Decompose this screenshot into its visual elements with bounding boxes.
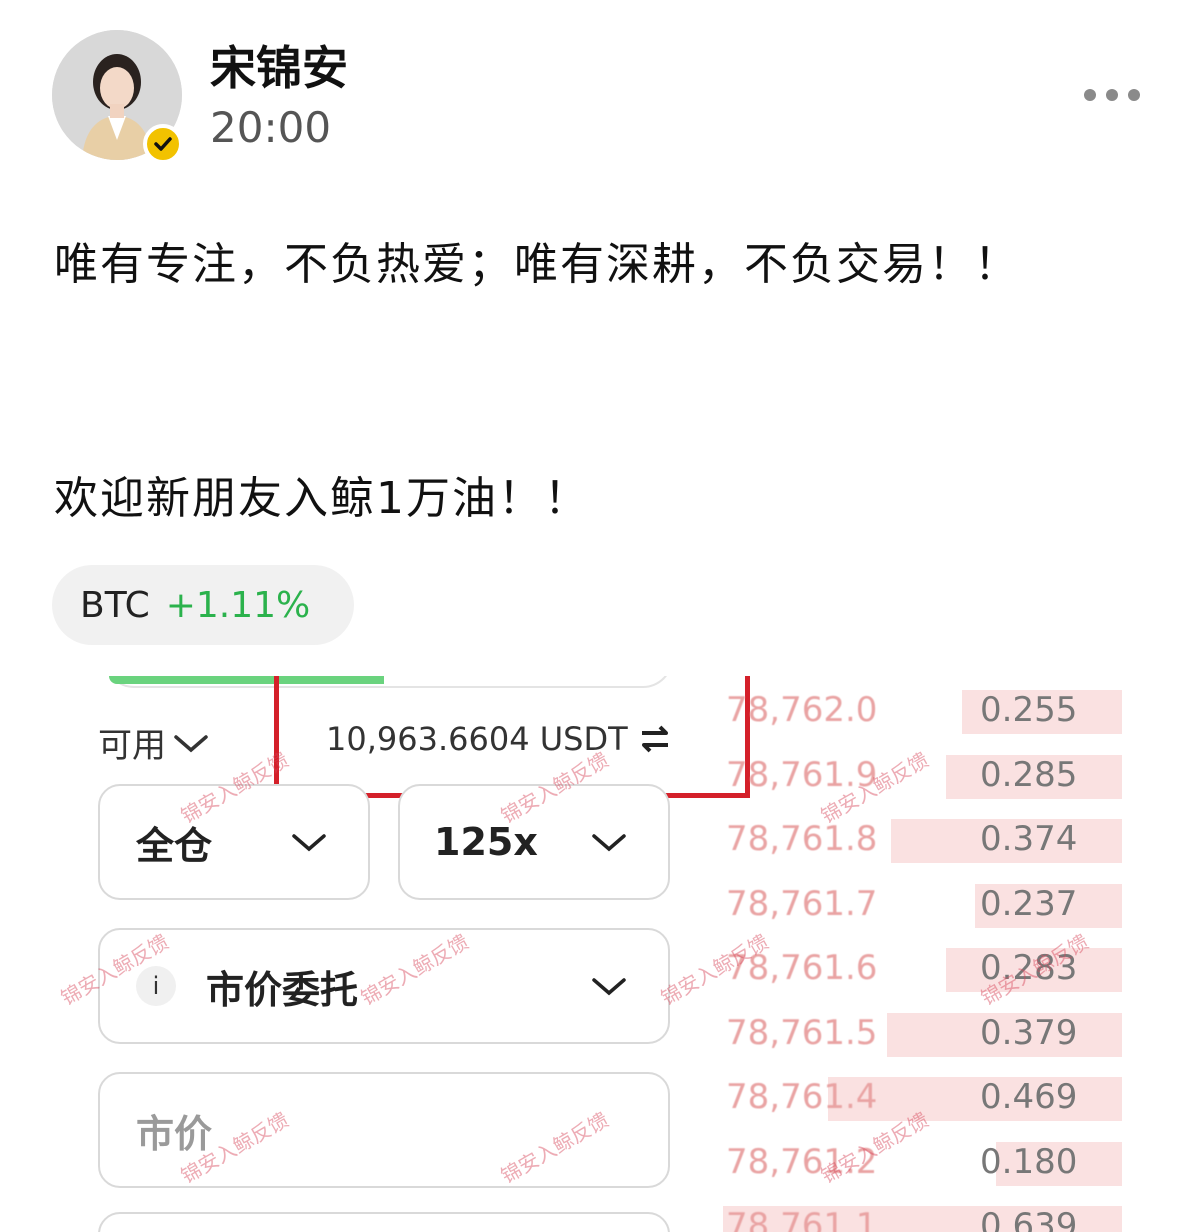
chevron-down-icon (592, 978, 626, 996)
orderbook-qty: 0.237 (980, 883, 1078, 924)
order-type-value: 市价委托 (206, 967, 359, 1012)
chevron-down-icon (174, 734, 208, 752)
orderbook-row[interactable]: 78,761.5 0.379 (702, 1003, 1142, 1067)
orderbook-price: 78,761.1 (726, 1206, 878, 1232)
orderbook-qty: 0.285 (980, 754, 1078, 795)
post-time: 20:00 (210, 103, 332, 152)
ticker-change: +1.11% (165, 584, 311, 626)
orderbook-price: 78,762.0 (726, 690, 878, 730)
author-name[interactable]: 宋锦安 (210, 32, 348, 98)
margin-mode-value: 全仓 (136, 823, 213, 868)
available-label: 可用 (98, 718, 210, 767)
highlight-box (274, 676, 750, 798)
orderbook-qty: 0.180 (980, 1141, 1078, 1182)
ticker-chip[interactable]: BTC +1.11% (52, 565, 354, 645)
chevron-down-icon (592, 834, 626, 852)
orderbook-qty: 0.639 (980, 1206, 1078, 1232)
orderbook-price: 78,761.7 (726, 883, 878, 924)
quantity-input[interactable] (98, 1212, 670, 1232)
orderbook-price: 78,761.4 (726, 1077, 878, 1117)
orderbook-qty: 0.379 (980, 1012, 1078, 1053)
orderbook-price: 78,761.8 (726, 819, 878, 859)
trade-screenshot: 可用 10,963.6604 USDT 全仓 125x i 市价委托 市价 78… (54, 676, 1154, 1232)
more-options-icon[interactable] (1084, 80, 1148, 110)
orderbook-row[interactable]: 78,761.2 0.180 (702, 1132, 1142, 1196)
verified-badge-icon (143, 124, 183, 164)
ticker-symbol: BTC (80, 584, 150, 626)
post-text-line-1: 唯有专注，不负热爱；唯有深耕，不负交易！！ (54, 239, 1020, 290)
leverage-value: 125x (434, 820, 538, 864)
orderbook-row[interactable]: 78,761.1 0.639 (702, 1196, 1142, 1232)
post-text-line-2: 欢迎新朋友入鲸1万油！！ (54, 473, 590, 524)
info-icon[interactable]: i (136, 966, 176, 1006)
orderbook-row[interactable]: 78,762.0 0.255 (702, 680, 1142, 744)
orderbook-qty: 0.255 (980, 690, 1078, 730)
orderbook-price: 78,761.5 (726, 1012, 878, 1053)
orderbook-qty: 0.374 (980, 819, 1078, 859)
chevron-down-icon (292, 834, 326, 852)
orderbook-qty: 0.469 (980, 1077, 1078, 1117)
orderbook-row[interactable]: 78,761.8 0.374 (702, 809, 1142, 873)
available-label-text: 可用 (98, 726, 166, 766)
